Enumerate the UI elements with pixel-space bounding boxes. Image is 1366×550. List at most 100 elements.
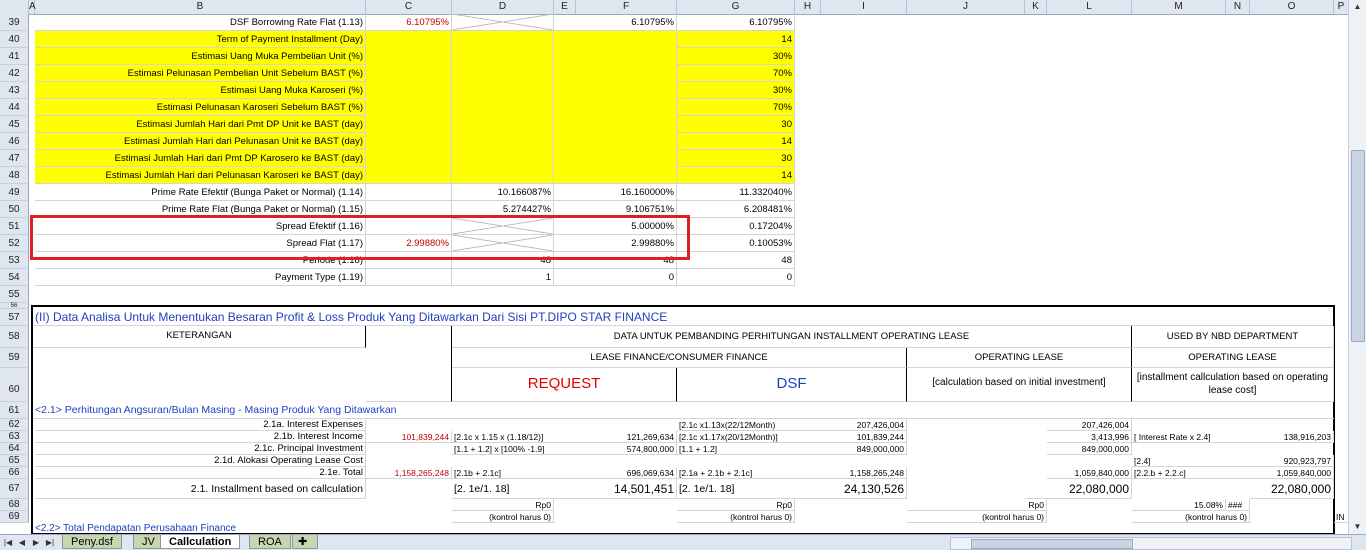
row-header-57[interactable]: 57 [0, 309, 29, 326]
cell-o67[interactable]: 22,080,000 [1250, 479, 1334, 499]
cell-c39[interactable]: 6.10795% [366, 14, 452, 31]
row-header-53[interactable]: 53 [0, 252, 29, 269]
cell-g39[interactable]: 6.10795% [677, 14, 795, 31]
cell-l64[interactable]: 849,000,000 [1047, 443, 1132, 455]
cell-m65-note[interactable]: [2.4] [1132, 455, 1250, 467]
cell-b46[interactable]: Estimasi Jumlah Hari dari Pelunasan Unit… [35, 133, 366, 150]
row-header-54[interactable]: 54 [0, 269, 29, 286]
cell-d64-value[interactable]: 574,800,000 [572, 443, 677, 455]
cell-b47[interactable]: Estimasi Jumlah Hari dari Pmt DP Karoser… [35, 150, 366, 167]
column-header-o[interactable]: O [1250, 0, 1334, 14]
cell-c53[interactable] [366, 252, 452, 269]
cell-d67-value[interactable]: 14,501,451 [552, 479, 677, 499]
new-sheet-icon[interactable]: ✚ [292, 535, 318, 549]
prev-sheet-icon[interactable]: ◀ [16, 535, 28, 550]
cell-l66[interactable]: 1,059,840,000 [1047, 467, 1132, 479]
row-header-41[interactable]: 41 [0, 48, 29, 65]
cell-g40[interactable]: 14 [677, 31, 795, 48]
cell-l62[interactable]: 207,426,004 [1047, 419, 1132, 431]
cell-d50[interactable]: 5.274427% [452, 201, 554, 218]
cell-d67-note[interactable]: [2. 1e/1. 18] [452, 479, 552, 499]
cell-d53[interactable]: 48 [452, 252, 554, 269]
cell-g51[interactable]: 0.17204% [677, 218, 795, 235]
cell-b45[interactable]: Estimasi Jumlah Hari dari Pmt DP Unit ke… [35, 116, 366, 133]
cell-b66[interactable]: 2.1e. Total [35, 467, 366, 479]
row-header-43[interactable]: 43 [0, 82, 29, 99]
next-sheet-icon[interactable]: ▶ [30, 535, 42, 550]
cell-b62[interactable]: 2.1a. Interest Expenses [35, 419, 366, 431]
row-header-42[interactable]: 42 [0, 65, 29, 82]
header-dsf[interactable]: DSF [677, 368, 907, 402]
cell-l69[interactable]: (kontrol harus 0) [907, 511, 1047, 523]
select-all-corner[interactable] [0, 0, 29, 14]
cell-g46[interactable]: 14 [677, 133, 795, 150]
cell-b42[interactable]: Estimasi Pelunasan Pembelian Unit Sebelu… [35, 65, 366, 82]
row-header-50[interactable]: 50 [0, 201, 29, 218]
column-header-f[interactable]: F [576, 0, 677, 14]
column-header-l[interactable]: L [1047, 0, 1132, 14]
cell-c49[interactable] [366, 184, 452, 201]
row-header-55[interactable]: 55 [0, 286, 29, 303]
cell-f67-note[interactable]: [2. 1e/1. 18] [677, 479, 777, 499]
header-calc-oplease[interactable]: [installment callculation based on opera… [1132, 368, 1334, 402]
cell-o63[interactable]: 138,916,203 [1250, 431, 1334, 443]
cell-f52[interactable]: 2.99880% [554, 235, 677, 252]
cell-b67[interactable]: 2.1. Installment based on callculation [35, 479, 366, 499]
row-header-68[interactable]: 68 [0, 499, 29, 511]
row-header-62[interactable]: 62 [0, 419, 29, 431]
cell-c66[interactable]: 1,158,265,248 [366, 467, 452, 479]
column-header-e[interactable]: E [554, 0, 576, 14]
cell-b51[interactable]: Spread Efektif (1.16) [35, 218, 366, 235]
cell-b54[interactable]: Payment Type (1.19) [35, 269, 366, 286]
cell-l68[interactable]: Rp0 [907, 499, 1047, 511]
cell-f66-value[interactable]: 1,158,265,248 [797, 467, 907, 479]
header-nbd[interactable]: USED BY NBD DEPARTMENT [1132, 326, 1334, 348]
column-header-p[interactable]: P [1334, 0, 1349, 14]
header-c-blank[interactable] [366, 326, 452, 402]
vertical-scrollbar[interactable]: ▲ ▼ [1348, 0, 1366, 535]
header-request[interactable]: REQUEST [452, 368, 677, 402]
row-header-60[interactable]: 60 [0, 368, 29, 402]
header-operating-lease-nbd[interactable]: OPERATING LEASE [1132, 348, 1334, 368]
cell-f67-value[interactable]: 24,130,526 [777, 479, 907, 499]
scroll-down-icon[interactable]: ▼ [1349, 520, 1366, 534]
cell-m69[interactable]: (kontrol harus 0) [1132, 511, 1250, 523]
row-header-52[interactable]: 52 [0, 235, 29, 252]
cell-l67[interactable]: 22,080,000 [1025, 479, 1132, 499]
cell-g48[interactable]: 14 [677, 167, 795, 184]
header-keterangan[interactable]: KETERANGAN [33, 326, 366, 348]
cell-d49[interactable]: 10.166087% [452, 184, 554, 201]
row-header-58[interactable]: 58 [0, 326, 29, 348]
subsection-2-1[interactable]: <2.1> Perhitungan Angsuran/Bulan Masing … [33, 402, 1334, 419]
cell-g41[interactable]: 30% [677, 48, 795, 65]
header-calc-initial[interactable]: [calculation based on initial investment… [907, 368, 1132, 402]
cell-m68[interactable]: 15.08% [1132, 499, 1226, 511]
cell-p69[interactable]: IN [1334, 511, 1349, 523]
cell-b50[interactable]: Prime Rate Flat (Bunga Paket or Normal) … [35, 201, 366, 218]
cell-m66-note[interactable]: [2.2.b + 2.2.c] [1132, 467, 1250, 479]
cell-f66-note[interactable]: [2.1a + 2.1b + 2.1c] [677, 467, 797, 479]
cell-b39[interactable]: DSF Borrowing Rate Flat (1.13) [35, 14, 366, 31]
column-header-k[interactable]: K [1025, 0, 1047, 14]
tab-callculation[interactable]: Callculation [160, 535, 241, 549]
cell-f39[interactable]: 6.10795% [554, 14, 677, 31]
cell-b65[interactable]: 2.1d. Alokasi Operating Lease Cost [35, 455, 366, 467]
cell-d63-note[interactable]: [2.1c x 1.15 x (1.18/12)] [452, 431, 572, 443]
row-header-45[interactable]: 45 [0, 116, 29, 133]
cell-g44[interactable]: 70% [677, 99, 795, 116]
cell-g50[interactable]: 6.208481% [677, 201, 795, 218]
cell-b52[interactable]: Spread Flat (1.17) [35, 235, 366, 252]
column-header-m[interactable]: M [1132, 0, 1226, 14]
row-header-64[interactable]: 64 [0, 443, 29, 455]
cell-b43[interactable]: Estimasi Uang Muka Karoseri (%) [35, 82, 366, 99]
cell-d54[interactable]: 1 [452, 269, 554, 286]
cell-f62-note[interactable]: [2.1c x1.13x(22/12Month) [677, 419, 797, 431]
tab-peny-dsf[interactable]: Peny.dsf [62, 535, 122, 549]
column-header-n[interactable]: N [1226, 0, 1250, 14]
cell-d51[interactable] [452, 218, 554, 235]
column-header-d[interactable]: D [452, 0, 554, 14]
header-data-pembanding[interactable]: DATA UNTUK PEMBANDING PERHITUNGAN INSTAL… [452, 326, 1132, 348]
cell-f51[interactable]: 5.00000% [554, 218, 677, 235]
row-header-61[interactable]: 61 [0, 402, 29, 419]
cell-g42[interactable]: 70% [677, 65, 795, 82]
